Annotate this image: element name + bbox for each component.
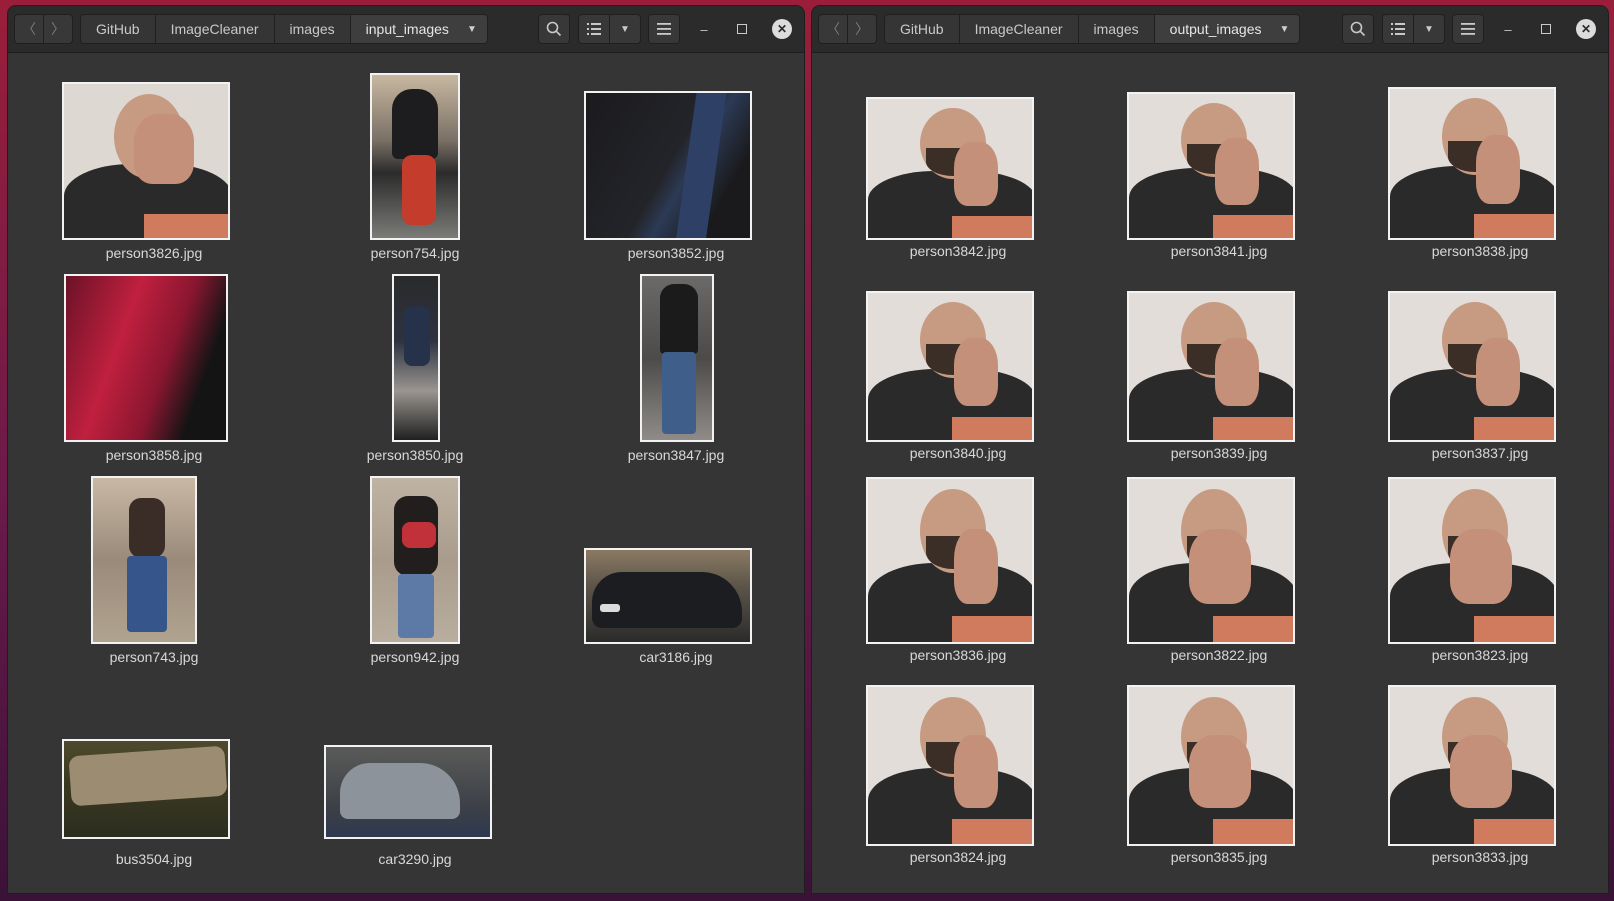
thumbnail-image [370,476,460,644]
chevron-down-icon: ▼ [466,23,477,35]
chevron-left-icon: 〈 [826,21,840,37]
breadcrumb-item[interactable]: images [274,15,351,43]
search-button[interactable] [538,14,570,44]
thumbnail-image [64,274,228,442]
file-grid: person3842.jpg person3841.jpg person3838.j… [812,53,1608,893]
breadcrumb: GitHub ImageCleaner images output_images… [884,14,1301,44]
file-name: person3836.jpg [909,647,1007,663]
breadcrumb-item[interactable]: ImageCleaner [959,15,1079,43]
file-name: person3847.jpg [627,447,725,463]
list-view-icon[interactable] [579,15,609,43]
maximize-icon[interactable] [732,19,752,39]
search-button[interactable] [1342,14,1374,44]
header-bar: 〈 〉 GitHub ImageCleaner images input_ima… [8,6,804,53]
file-name: person3858.jpg [105,447,203,463]
view-toggle[interactable]: ▼ [1382,14,1445,44]
file-name: person3824.jpg [909,849,1007,865]
file-name: person942.jpg [370,649,460,665]
file-name: person3826.jpg [105,245,203,261]
file-name: person3833.jpg [1431,849,1529,865]
file-name: person3838.jpg [1431,243,1529,259]
thumbnail-image [1388,477,1556,644]
close-icon[interactable]: ✕ [772,19,792,39]
thumbnail-image [62,739,230,839]
breadcrumb-current-label: input_images [365,21,449,37]
file-name: person3842.jpg [909,243,1007,259]
file-name: person3841.jpg [1170,243,1268,259]
thumbnail-image [866,477,1034,644]
chevron-down-icon: ▼ [1279,23,1290,35]
breadcrumb-item[interactable]: ImageCleaner [155,15,275,43]
file-name: person3850.jpg [366,447,464,463]
thumbnail-image [1388,291,1556,442]
thumbnail-image [1127,477,1295,644]
file-name: person3852.jpg [627,245,725,261]
file-grid: person3826.jpg person754.jpg person3852.… [8,53,804,893]
thumbnail-image [866,97,1034,240]
thumbnail-image [370,73,460,240]
thumbnail-image [62,82,230,240]
back-button[interactable]: 〈 [14,14,44,44]
file-name: car3290.jpg [378,851,452,867]
breadcrumb-item[interactable]: GitHub [885,15,960,43]
list-view-icon[interactable] [1383,15,1413,43]
file-name: person3840.jpg [909,445,1007,461]
chevron-down-icon[interactable]: ▼ [609,15,640,43]
thumbnail-image [324,745,492,839]
file-name: person3835.jpg [1170,849,1268,865]
thumbnail-image [1127,291,1295,442]
menu-button[interactable] [1452,14,1484,44]
forward-button[interactable]: 〉 [847,14,877,44]
chevron-right-icon: 〉 [51,21,65,37]
breadcrumb-current[interactable]: input_images ▼ [350,15,487,43]
minimize-icon[interactable]: – [1498,19,1518,39]
hamburger-menu-icon [649,15,679,43]
thumbnail-image [866,291,1034,442]
chevron-right-icon: 〉 [855,21,869,37]
search-icon [1343,15,1373,43]
breadcrumb-item[interactable]: GitHub [81,15,156,43]
file-name: car3186.jpg [639,649,713,665]
thumbnail-image [1388,685,1556,846]
file-name: person3839.jpg [1170,445,1268,461]
forward-button[interactable]: 〉 [43,14,73,44]
minimize-icon[interactable]: – [694,19,714,39]
search-icon [539,15,569,43]
thumbnail-image [1127,92,1295,240]
chevron-left-icon: 〈 [22,21,36,37]
breadcrumb-current-label: output_images [1169,21,1262,37]
thumbnail-image [392,274,440,442]
thumbnail-image [91,476,197,644]
thumbnail-image [866,685,1034,846]
breadcrumb-current[interactable]: output_images ▼ [1154,15,1300,43]
file-name: person3823.jpg [1431,647,1529,663]
breadcrumb: GitHub ImageCleaner images input_images ▼ [80,14,488,44]
hamburger-menu-icon [1453,15,1483,43]
file-name: person3822.jpg [1170,647,1268,663]
maximize-icon[interactable] [1536,19,1556,39]
header-bar: 〈 〉 GitHub ImageCleaner images output_im… [812,6,1608,53]
chevron-down-icon[interactable]: ▼ [1413,15,1444,43]
file-name: person754.jpg [370,245,460,261]
thumbnail-image [584,91,752,240]
back-button[interactable]: 〈 [818,14,848,44]
thumbnail-image [1127,685,1295,846]
thumbnail-image [584,548,752,644]
file-name: bus3504.jpg [115,851,193,867]
menu-button[interactable] [648,14,680,44]
file-manager-window-input: 〈 〉 GitHub ImageCleaner images input_ima… [8,6,804,893]
file-name: person3837.jpg [1431,445,1529,461]
breadcrumb-item[interactable]: images [1078,15,1155,43]
thumbnail-image [1388,87,1556,240]
view-toggle[interactable]: ▼ [578,14,641,44]
thumbnail-image [640,274,714,442]
close-icon[interactable]: ✕ [1576,19,1596,39]
file-name: person743.jpg [109,649,199,665]
file-manager-window-output: 〈 〉 GitHub ImageCleaner images output_im… [812,6,1608,893]
